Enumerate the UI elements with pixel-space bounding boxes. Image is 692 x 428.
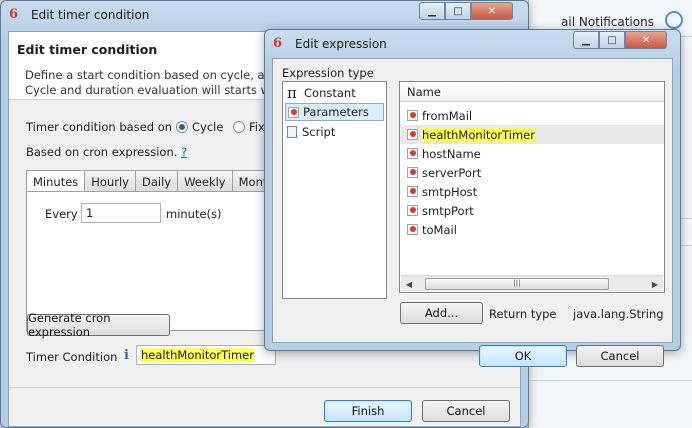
parameter-name: serverPort: [422, 165, 482, 180]
expression-window-title: Edit expression: [295, 37, 387, 51]
table-row[interactable]: serverPort: [400, 163, 664, 182]
scroll-right-icon[interactable]: ▶: [647, 276, 663, 292]
close-icon[interactable]: ✕: [625, 31, 667, 49]
expression-window-content: Expression type π Constant Parameters Sc…: [272, 58, 673, 367]
radio-selected-icon: [176, 121, 188, 133]
parameter-name: hostName: [422, 146, 481, 161]
parameter-name: toMail: [422, 222, 457, 237]
cron-help-link[interactable]: ?: [181, 145, 187, 159]
close-icon[interactable]: ✕: [471, 2, 513, 20]
table-row[interactable]: toMail: [400, 220, 664, 239]
parameter-icon: [407, 167, 418, 178]
footer-separator: [9, 387, 520, 388]
table-row[interactable]: fromMail: [400, 106, 664, 125]
generate-cron-button[interactable]: Generate cron expression: [27, 311, 170, 339]
timer-dialog-title: Edit timer condition: [17, 42, 158, 57]
timer-cancel-button[interactable]: Cancel: [422, 400, 510, 422]
background-notifications-label: ail Notifications: [561, 15, 654, 29]
table-row[interactable]: hostName: [400, 144, 664, 163]
table-row[interactable]: healthMonitorTimer: [400, 125, 664, 144]
radio-fixed-label: Fix: [249, 120, 265, 134]
type-constant[interactable]: π Constant: [285, 84, 358, 102]
type-script[interactable]: Script: [285, 123, 337, 141]
maximize-icon[interactable]: □: [599, 31, 625, 49]
description-line-2: Cycle and duration evaluation will start…: [25, 83, 292, 97]
pi-icon: π: [287, 84, 297, 102]
return-type-value: java.lang.String: [573, 307, 664, 321]
cron-label-text: Based on cron expression.: [26, 145, 178, 159]
type-parameters-label: Parameters: [303, 105, 369, 119]
every-label: Every: [45, 207, 78, 221]
scroll-thumb[interactable]: |||: [425, 278, 609, 290]
minutes-unit-label: minute(s): [166, 207, 222, 221]
maximize-icon[interactable]: □: [445, 2, 471, 20]
expression-window-titlebar[interactable]: 6 Edit expression ▁ □ ✕: [265, 30, 680, 58]
parameters-column-header[interactable]: Name: [400, 82, 664, 102]
expression-type-label: Expression type: [282, 66, 374, 80]
info-icon: i: [124, 348, 129, 363]
parameter-icon: [407, 224, 418, 235]
table-row[interactable]: smtpPort: [400, 201, 664, 220]
script-icon: [287, 126, 297, 138]
type-parameters[interactable]: Parameters: [285, 103, 384, 121]
parameters-table: Name fromMail healthMonitorTimer hostNam…: [399, 81, 665, 293]
scroll-left-icon[interactable]: ◀: [401, 276, 417, 292]
add-parameter-button[interactable]: Add...: [400, 302, 483, 324]
finish-button[interactable]: Finish: [324, 400, 412, 422]
cron-expression-label: Based on cron expression. ?: [26, 145, 187, 159]
parameter-name: fromMail: [422, 108, 473, 123]
tab-hourly[interactable]: Hourly: [85, 170, 136, 192]
timer-condition-input[interactable]: healthMonitorTimer: [136, 345, 276, 365]
parameter-icon: [407, 186, 418, 197]
tab-weekly[interactable]: Weekly: [178, 170, 233, 192]
parameter-icon: [288, 106, 299, 118]
parameter-icon: [407, 205, 418, 216]
parameter-icon: [407, 129, 418, 140]
type-constant-label: Constant: [304, 86, 356, 100]
bonita-logo-icon: 6: [273, 36, 283, 51]
type-script-label: Script: [302, 125, 336, 139]
timer-window-caption-buttons: ▁ □ ✕: [419, 2, 513, 20]
bonita-logo-icon: 6: [9, 7, 19, 22]
parameter-name: smtpHost: [422, 184, 478, 199]
description-line-1: Define a start condition based on cycle,…: [25, 68, 297, 82]
ok-button[interactable]: OK: [479, 345, 567, 367]
timer-window-title: Edit timer condition: [31, 8, 150, 22]
table-row[interactable]: smtpHost: [400, 182, 664, 201]
parameter-name: smtpPort: [422, 203, 474, 218]
expression-window-caption-buttons: ▁ □ ✕: [573, 31, 667, 49]
edit-expression-window: 6 Edit expression ▁ □ ✕ Expression type …: [264, 29, 681, 367]
timer-condition-label: Timer Condition: [26, 350, 118, 364]
radio-fixed[interactable]: Fix: [233, 120, 265, 134]
minimize-icon[interactable]: ▁: [573, 31, 599, 49]
timer-condition-value: healthMonitorTimer: [141, 348, 254, 362]
background-divider: [529, 380, 692, 381]
parameter-name: healthMonitorTimer: [422, 127, 535, 142]
tab-minutes[interactable]: Minutes: [26, 170, 86, 193]
radio-cycle[interactable]: Cycle: [176, 120, 223, 134]
return-type-label: Return type: [489, 307, 557, 321]
radio-unselected-icon: [233, 121, 245, 133]
expression-cancel-button[interactable]: Cancel: [576, 345, 664, 367]
cron-tabs: Minutes Hourly Daily Weekly Mont: [26, 170, 275, 193]
timer-window-titlebar[interactable]: 6 Edit timer condition ▁ □ ✕: [1, 1, 528, 29]
timer-based-on-label: Timer condition based on a: [26, 120, 183, 134]
radio-cycle-label: Cycle: [192, 120, 224, 134]
parameter-icon: [407, 148, 418, 159]
tab-daily[interactable]: Daily: [135, 170, 179, 192]
minutes-tab-panel: Every 1 minute(s): [26, 191, 272, 331]
every-minutes-input[interactable]: 1: [81, 203, 161, 223]
plug-icon: [665, 11, 683, 29]
timer-dialog-description: Define a start condition based on cycle,…: [25, 68, 296, 98]
parameter-icon: [407, 110, 418, 121]
minimize-icon[interactable]: ▁: [419, 2, 445, 20]
expression-type-list: π Constant Parameters Script: [282, 81, 387, 299]
horizontal-scrollbar[interactable]: ◀ ||| ▶: [401, 275, 663, 291]
